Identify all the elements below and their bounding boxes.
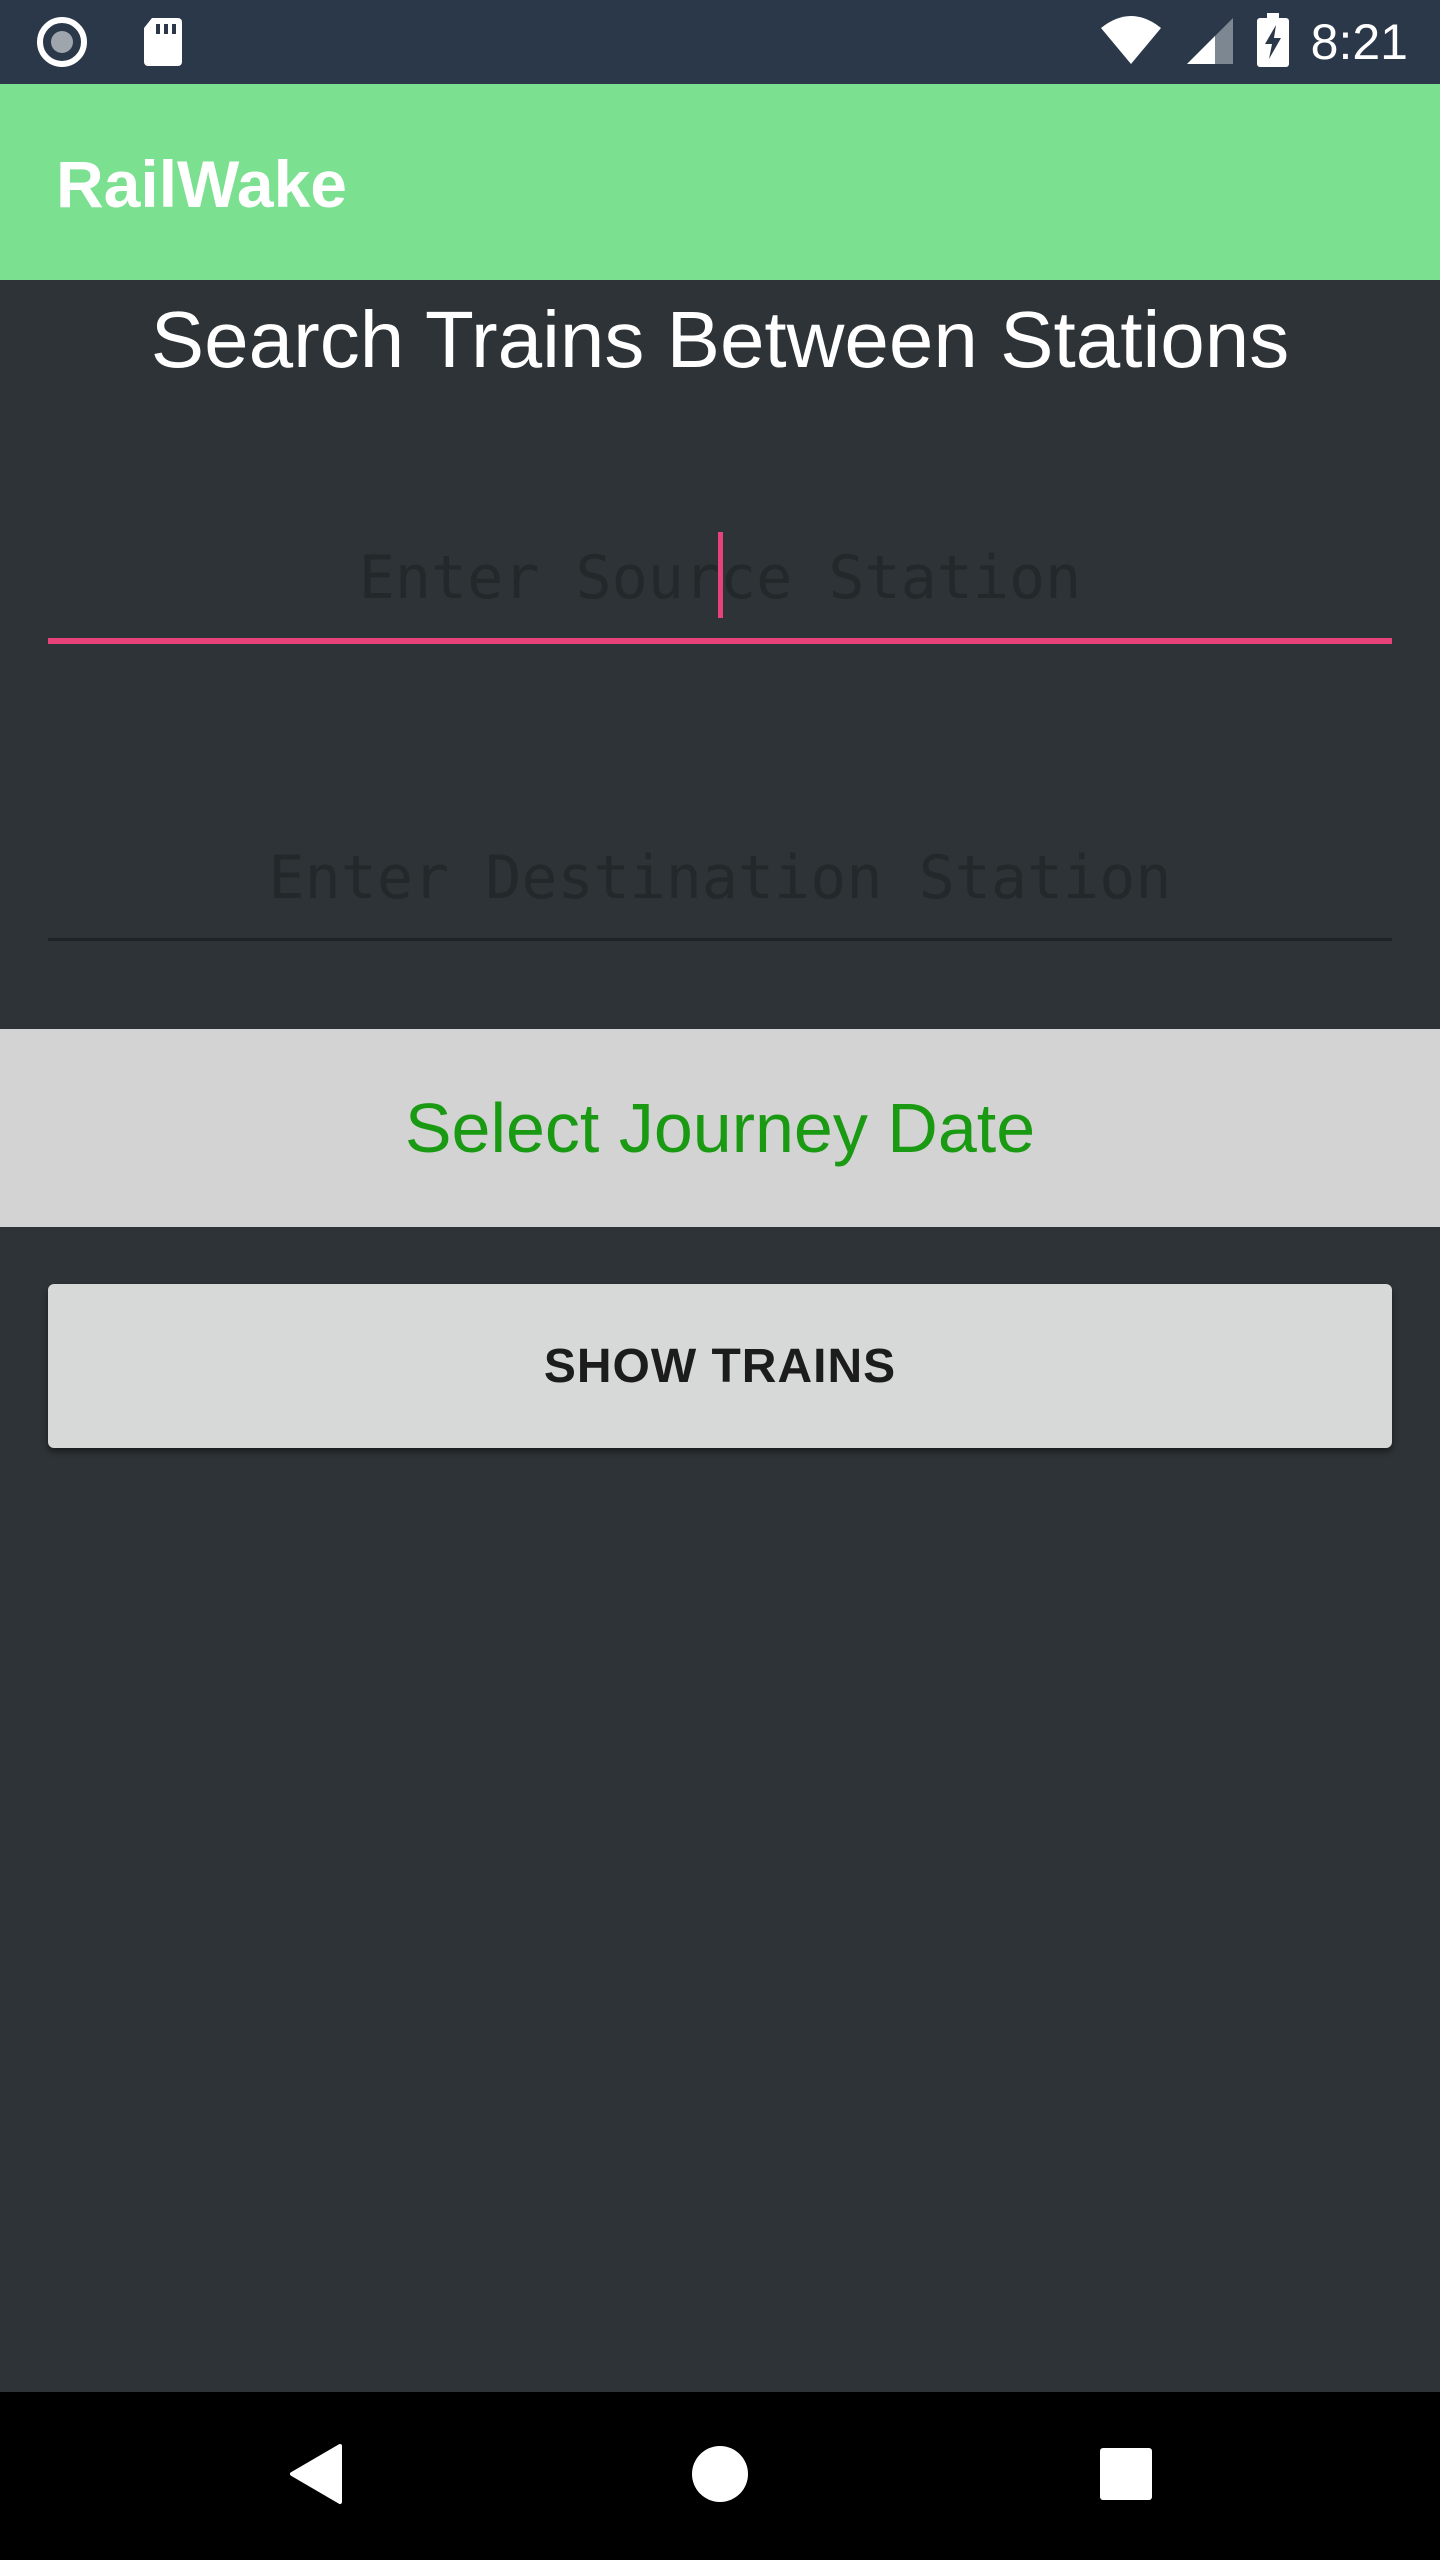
- home-button[interactable]: [636, 2392, 804, 2560]
- status-bar: 8:21: [0, 0, 1440, 84]
- status-bar-left: [36, 16, 184, 73]
- destination-station-underline: [48, 938, 1392, 941]
- sd-card-icon: [142, 16, 184, 73]
- recents-icon: [1098, 2446, 1154, 2507]
- show-trains-label: SHOW TRAINS: [543, 1339, 897, 1393]
- signal-icon: [1185, 14, 1235, 71]
- text-cursor: [718, 532, 723, 618]
- source-station-field: [48, 518, 1392, 644]
- battery-charging-icon: [1256, 12, 1289, 72]
- navigation-bar: [0, 2392, 1440, 2560]
- destination-station-input[interactable]: [48, 818, 1392, 938]
- record-icon: [36, 16, 88, 73]
- recents-button[interactable]: [1042, 2392, 1210, 2560]
- app-bar: RailWake: [0, 84, 1440, 280]
- status-time: 8:21: [1310, 14, 1408, 70]
- back-button[interactable]: [232, 2392, 400, 2560]
- select-journey-date-button[interactable]: Select Journey Date: [0, 1029, 1440, 1227]
- home-icon: [690, 2444, 750, 2509]
- back-icon: [286, 2442, 346, 2511]
- destination-station-field: [48, 818, 1392, 941]
- wifi-icon: [1099, 14, 1163, 71]
- show-trains-button[interactable]: SHOW TRAINS: [48, 1284, 1392, 1448]
- select-journey-date-label: Select Journey Date: [404, 1089, 1036, 1167]
- page-heading: Search Trains Between Stations: [150, 295, 1290, 384]
- status-bar-right: 8:21: [1099, 12, 1408, 72]
- app-title: RailWake: [56, 147, 348, 221]
- source-station-underline: [48, 638, 1392, 644]
